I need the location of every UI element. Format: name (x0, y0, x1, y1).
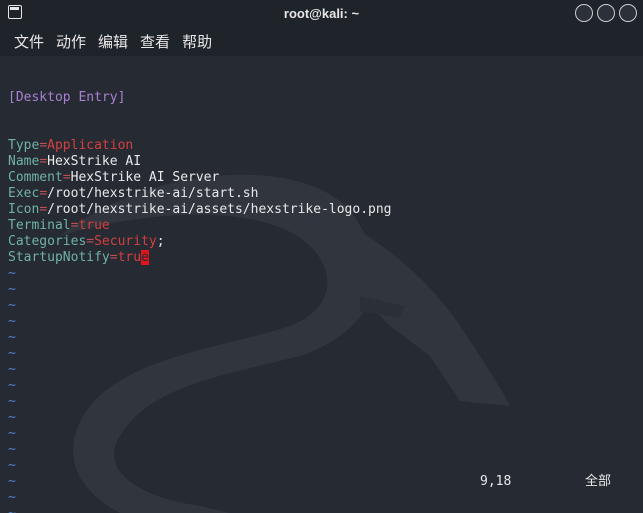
cursor-position: 9,18 (480, 474, 512, 489)
empty-line: ~ (8, 378, 392, 394)
config-value: true (78, 218, 110, 233)
window-title: root@kali: ~ (283, 5, 360, 21)
config-line: Name=HexStrike AI (8, 154, 392, 170)
config-key: Icon (8, 202, 40, 217)
empty-line: ~ (8, 282, 392, 298)
menu-view[interactable]: 查看 (140, 31, 170, 52)
config-line: Comment=HexStrike AI Server (8, 170, 392, 186)
empty-line: ~ (8, 506, 392, 513)
scroll-position: 全部 (585, 474, 612, 489)
minimize-button[interactable] (575, 4, 593, 22)
config-key: Comment (8, 170, 63, 185)
tilde-marker: ~ (8, 506, 16, 513)
config-suffix: ; (156, 234, 165, 249)
empty-line: ~ (8, 490, 392, 506)
config-key: Categories (8, 234, 87, 249)
maximize-button[interactable] (597, 4, 615, 22)
tilde-marker: ~ (8, 394, 16, 409)
empty-line: ~ (8, 458, 392, 474)
menu-action[interactable]: 动作 (56, 31, 86, 52)
config-value: HexStrike AI Server (70, 170, 220, 185)
config-value: Security (94, 234, 157, 249)
config-value: tru (117, 250, 142, 265)
config-line: Type=Application (8, 138, 392, 154)
equals-sign: = (39, 202, 48, 217)
empty-line: ~ (8, 266, 392, 282)
tilde-marker: ~ (8, 298, 16, 313)
empty-line: ~ (8, 314, 392, 330)
terminal-icon[interactable] (8, 5, 22, 19)
empty-line: ~ (8, 362, 392, 378)
equals-sign: = (109, 250, 118, 265)
title-bar: root@kali: ~ (0, 0, 643, 26)
equals-sign: = (39, 138, 48, 153)
config-line: Terminal=true (8, 218, 392, 234)
config-line: Categories=Security; (8, 234, 392, 250)
tilde-marker: ~ (8, 410, 16, 425)
text-cursor: e (141, 250, 149, 265)
section-line: [Desktop Entry] (8, 90, 126, 105)
terminal-window: root@kali: ~ 文件 动作 编辑 查看 帮助 [Desktop Ent… (0, 0, 643, 513)
config-line: Exec=/root/hexstrike-ai/start.sh (8, 186, 392, 202)
menu-edit[interactable]: 编辑 (98, 31, 128, 52)
menu-help[interactable]: 帮助 (182, 31, 212, 52)
equals-sign: = (39, 186, 48, 201)
config-value: HexStrike AI (47, 154, 142, 169)
config-key: Name (8, 154, 40, 169)
equals-sign: = (86, 234, 95, 249)
tilde-marker: ~ (8, 330, 16, 345)
equals-sign: = (62, 170, 71, 185)
config-key: Terminal (8, 218, 71, 233)
menu-file[interactable]: 文件 (14, 31, 44, 52)
tilde-marker: ~ (8, 282, 16, 297)
config-value: Application (47, 138, 134, 153)
empty-line: ~ (8, 410, 392, 426)
close-button[interactable] (619, 4, 637, 22)
tilde-marker: ~ (8, 378, 16, 393)
config-value: /root/hexstrike-ai/start.sh (47, 186, 259, 201)
empty-line: ~ (8, 426, 392, 442)
config-key: StartupNotify (8, 250, 110, 265)
terminal-area[interactable]: [Desktop Entry] Type=Application Name=Hex… (0, 56, 643, 513)
empty-line: ~ (8, 394, 392, 410)
tilde-marker: ~ (8, 266, 16, 281)
empty-line: ~ (8, 330, 392, 346)
tilde-marker: ~ (8, 490, 16, 505)
config-key: Type (8, 138, 40, 153)
tilde-marker: ~ (8, 346, 16, 361)
config-key: Exec (8, 186, 40, 201)
equals-sign: = (39, 154, 48, 169)
tilde-marker: ~ (8, 362, 16, 377)
tilde-marker: ~ (8, 442, 16, 457)
config-value: /root/hexstrike-ai/assets/hexstrike-logo… (47, 202, 392, 217)
config-line: StartupNotify=true (8, 250, 392, 266)
empty-line: ~ (8, 442, 392, 458)
tilde-marker: ~ (8, 458, 16, 473)
window-controls (575, 4, 637, 22)
tilde-marker: ~ (8, 314, 16, 329)
empty-line: ~ (8, 346, 392, 362)
tilde-marker: ~ (8, 426, 16, 441)
config-line: Icon=/root/hexstrike-ai/assets/hexstrike… (8, 202, 392, 218)
empty-line: ~ (8, 298, 392, 314)
status-line: 9,18 全部 (0, 474, 643, 490)
menu-bar: 文件 动作 编辑 查看 帮助 (0, 26, 643, 56)
editor-buffer[interactable]: [Desktop Entry] Type=Application Name=Hex… (8, 58, 392, 513)
